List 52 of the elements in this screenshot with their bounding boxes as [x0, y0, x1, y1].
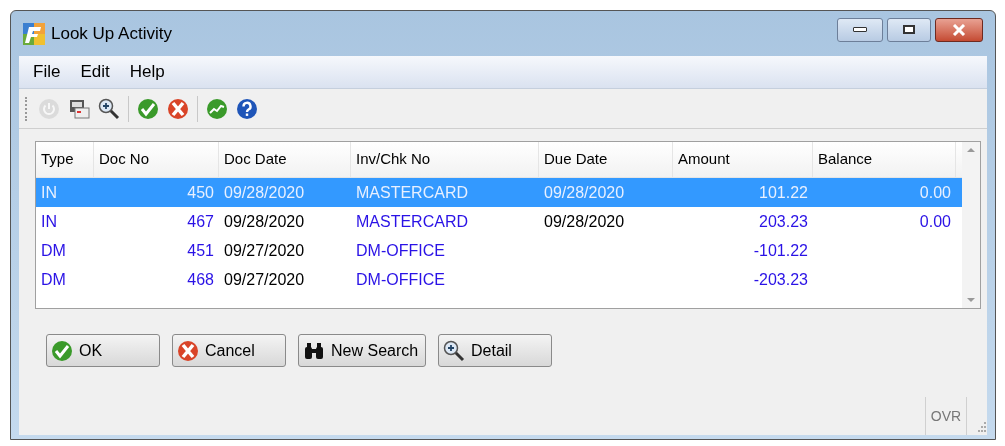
- table-cell-text: 09/28/2020: [543, 211, 626, 232]
- table-cell-text: 09/28/2020: [223, 211, 306, 232]
- dialog-button[interactable]: Detail: [438, 334, 552, 367]
- table-row[interactable]: DM 468 09/27/2020 DM-OFFICE -203.23: [36, 265, 962, 294]
- table-cell-text: -203.23: [752, 269, 809, 290]
- table-cell-text: -101.22: [752, 240, 809, 261]
- table-cell-text: 468: [186, 269, 215, 290]
- column-header[interactable]: Balance: [813, 142, 956, 177]
- minimize-button[interactable]: [837, 17, 883, 42]
- window-title: Look Up Activity: [51, 22, 172, 45]
- maximize-button[interactable]: [887, 17, 931, 42]
- close-button[interactable]: [935, 17, 983, 42]
- column-header[interactable]: Due Date: [539, 142, 673, 177]
- column-header[interactable]: Doc No: [94, 142, 219, 177]
- column-header[interactable]: Amount: [673, 142, 813, 177]
- zoom-in-icon: [443, 339, 465, 362]
- table-cell-text: DM-OFFICE: [355, 269, 446, 290]
- table-cell-text: 09/28/2020: [543, 182, 626, 203]
- table-cell-text: MASTERCARD: [355, 182, 469, 203]
- menu-item[interactable]: Help: [121, 59, 173, 85]
- scrollbar[interactable]: [962, 142, 980, 308]
- dialog-button[interactable]: New Search: [298, 334, 426, 367]
- table-cell-text: 450: [186, 182, 215, 203]
- app-logo-icon: [23, 22, 45, 45]
- status-mode: OVR: [930, 406, 962, 426]
- table-cell-text: 101.22: [758, 182, 809, 203]
- table-cell-text: DM-OFFICE: [355, 240, 446, 261]
- table-cell-text: 0.00: [918, 182, 952, 203]
- column-header[interactable]: Doc Date: [219, 142, 351, 177]
- table-cell-text: 0.00: [918, 211, 952, 232]
- table-cell-text: DM: [40, 269, 67, 290]
- dialog-button[interactable]: Cancel: [172, 334, 286, 367]
- table-cell-text: 09/27/2020: [223, 240, 306, 261]
- table-cell-text: 09/27/2020: [223, 269, 306, 290]
- table-cell-text: DM: [40, 240, 67, 261]
- menu-item[interactable]: File: [25, 59, 69, 85]
- table-cell-text: 451: [186, 240, 215, 261]
- column-header[interactable]: Type: [36, 142, 94, 177]
- table-cell-text: 09/28/2020: [223, 182, 306, 203]
- close-icon: [951, 23, 967, 36]
- table-cell-text: IN: [40, 211, 58, 232]
- menu-item[interactable]: Edit: [72, 59, 118, 85]
- check-icon: [51, 339, 73, 362]
- table-cell-text: MASTERCARD: [355, 211, 469, 232]
- table-row[interactable]: DM 451 09/27/2020 DM-OFFICE -101.22: [36, 236, 962, 265]
- dialog-button[interactable]: OK: [46, 334, 160, 367]
- table-cell-text: 203.23: [758, 211, 809, 232]
- table-row[interactable]: IN 467 09/28/2020 MASTERCARD 09/28/2020 203.23 0.00: [36, 207, 962, 236]
- cancel-icon: [177, 339, 199, 362]
- column-header[interactable]: Inv/Chk No: [351, 142, 539, 177]
- table-cell-text: 467: [186, 211, 215, 232]
- table-cell-text: IN: [40, 182, 58, 203]
